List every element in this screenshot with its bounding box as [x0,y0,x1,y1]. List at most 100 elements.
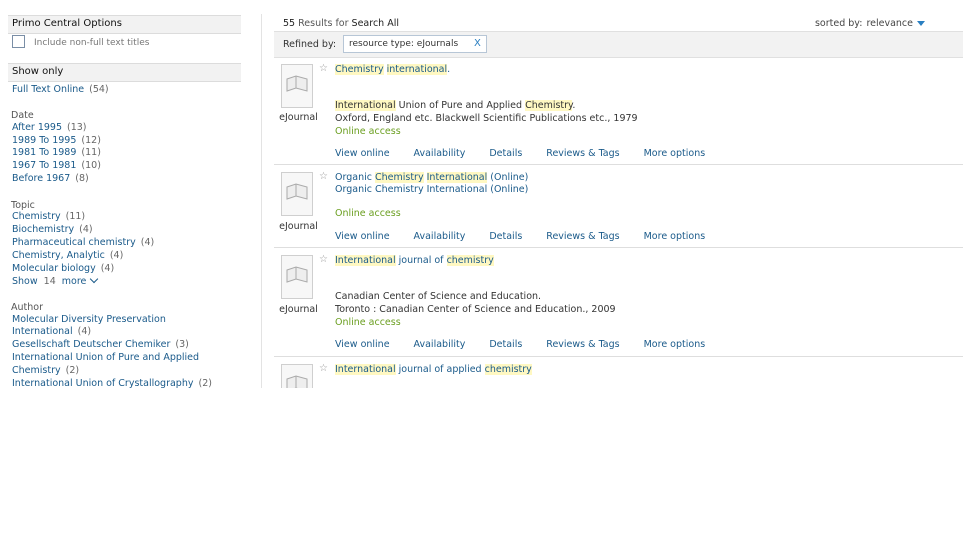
topic-facet-title: Topic [11,200,35,211]
sort-label: sorted by: [814,18,863,29]
facet-topic-item[interactable]: Chemistry (11) [12,211,85,222]
result-subtitle[interactable]: Organic Chemistry International (Online) [335,184,528,195]
facet-label[interactable]: Gesellschaft Deutscher Chemiker [12,339,170,350]
result-item: eJournal ☆ Chemistry international. Inte… [274,57,963,165]
facet-count: (13) [67,122,87,133]
include-nonfull-checkbox[interactable] [12,35,25,48]
show-more-count: 14 [43,276,56,287]
facet-label[interactable]: Chemistry [12,365,61,376]
date-facet-title: Date [11,110,34,121]
star-icon[interactable]: ☆ [319,63,328,74]
facet-author-item[interactable]: Gesellschaft Deutscher Chemiker (3) [12,339,189,350]
tab-details[interactable]: Details [489,148,522,159]
sort-control[interactable]: sorted by: relevance [815,18,925,29]
close-icon[interactable]: X [474,38,481,49]
star-icon[interactable]: ☆ [319,363,328,374]
chevron-down-icon[interactable] [917,21,925,26]
facet-count: (4) [77,326,92,337]
result-item: ☆ International journal of applied chemi… [274,357,963,388]
tab-view-online[interactable]: View online [335,148,390,159]
tab-reviews-tags[interactable]: Reviews & Tags [546,339,619,350]
facet-topic-item[interactable]: Molecular biology (4) [12,263,114,274]
facet-label[interactable]: 1981 To 1989 [12,147,76,158]
facet-author-item[interactable]: International (4) [12,326,91,337]
facet-count: (2) [198,378,212,388]
tab-view-online[interactable]: View online [335,339,390,350]
book-icon[interactable] [281,172,313,216]
facet-author-item[interactable]: Molecular Diversity Preservation [12,314,166,325]
show-only-header: Show only [8,63,241,82]
book-icon[interactable] [281,255,313,299]
tab-availability[interactable]: Availability [414,339,466,350]
facet-count: (11) [81,147,101,158]
facet-count: (3) [175,339,189,350]
facet-date-item[interactable]: 1989 To 1995 (12) [12,135,101,146]
show-more-link[interactable]: more [62,276,87,287]
author-facet-title: Author [11,302,43,313]
facet-label[interactable]: Full Text Online [12,84,84,95]
facet-count: (4) [109,250,124,261]
facet-count: (4) [140,237,155,248]
result-title[interactable]: International journal of chemistry [335,255,494,266]
facet-label[interactable]: International [12,326,73,337]
facet-count: (54) [89,84,109,95]
facet-author-item[interactable]: International Union of Pure and Applied [12,352,199,363]
star-icon[interactable]: ☆ [319,171,328,182]
facet-label[interactable]: Chemistry, Analytic [12,250,105,261]
result-title[interactable]: International journal of applied chemist… [335,364,532,375]
refined-by-bar: Refined by: resource type: eJournals X [274,31,963,58]
results-count: 55 [283,18,296,29]
availability-status: Online access [335,317,401,328]
facet-topic-item[interactable]: Biochemistry (4) [12,224,93,235]
tab-reviews-tags[interactable]: Reviews & Tags [546,231,619,242]
tab-details[interactable]: Details [489,339,522,350]
facet-date-item[interactable]: 1967 To 1981 (10) [12,160,101,171]
facet-date-item[interactable]: Before 1967 (8) [12,173,89,184]
tab-more-options[interactable]: More options [644,148,706,159]
facet-author-item[interactable]: International Union of Crystallography (2… [12,378,212,388]
facet-count: (8) [75,173,89,184]
result-item: eJournal ☆ International journal of chem… [274,248,963,357]
tab-view-online[interactable]: View online [335,231,390,242]
facet-label[interactable]: Biochemistry [12,224,74,235]
result-title[interactable]: Chemistry international. [335,64,450,75]
facet-topic-item[interactable]: Pharmaceutical chemistry (4) [12,237,154,248]
tab-more-options[interactable]: More options [644,231,706,242]
facet-label[interactable]: Before 1967 [12,173,70,184]
resource-type: eJournal [279,221,318,232]
book-icon[interactable] [281,64,313,108]
show-more-topics[interactable]: Show 14 more [12,274,99,287]
tab-details[interactable]: Details [489,231,522,242]
facet-label[interactable]: Chemistry [12,211,61,222]
star-icon[interactable]: ☆ [319,254,328,265]
show-only-title: Show only [12,66,64,77]
facet-label[interactable]: 1989 To 1995 [12,135,76,146]
facet-count: (4) [100,263,115,274]
book-icon[interactable] [281,364,313,388]
facet-count: (11) [65,211,86,222]
resource-type: eJournal [279,304,318,315]
facet-label[interactable]: Molecular Diversity Preservation [12,314,166,325]
facet-date-item[interactable]: After 1995 (13) [12,122,87,133]
result-title[interactable]: Organic Chemistry International (Online) [335,172,528,183]
tab-availability[interactable]: Availability [414,148,466,159]
facet-label[interactable]: Molecular biology [12,263,96,274]
sort-value[interactable]: relevance [866,18,913,29]
tab-more-options[interactable]: More options [644,339,706,350]
refinement-chip: resource type: eJournals X [343,35,487,53]
facet-full-text-online[interactable]: Full Text Online (54) [12,84,109,95]
result-item: eJournal ☆ Organic Chemistry Internation… [274,165,963,248]
result-actions: View online Availability Details Reviews & … [335,339,729,350]
primo-options-header: Primo Central Options [8,15,241,34]
tab-availability[interactable]: Availability [414,231,466,242]
show-more-label[interactable]: Show [12,276,38,287]
facet-date-item[interactable]: 1981 To 1989 (11) [12,147,101,158]
tab-reviews-tags[interactable]: Reviews & Tags [546,148,619,159]
facet-label[interactable]: Pharmaceutical chemistry [12,237,136,248]
facet-label[interactable]: International Union of Crystallography [12,378,193,388]
facet-topic-item[interactable]: Chemistry, Analytic (4) [12,250,123,261]
facet-label[interactable]: 1967 To 1981 [12,160,76,171]
facet-label[interactable]: International Union of Pure and Applied [12,352,199,363]
facet-label[interactable]: After 1995 [12,122,62,133]
facet-author-item[interactable]: Chemistry (2) [12,365,79,376]
